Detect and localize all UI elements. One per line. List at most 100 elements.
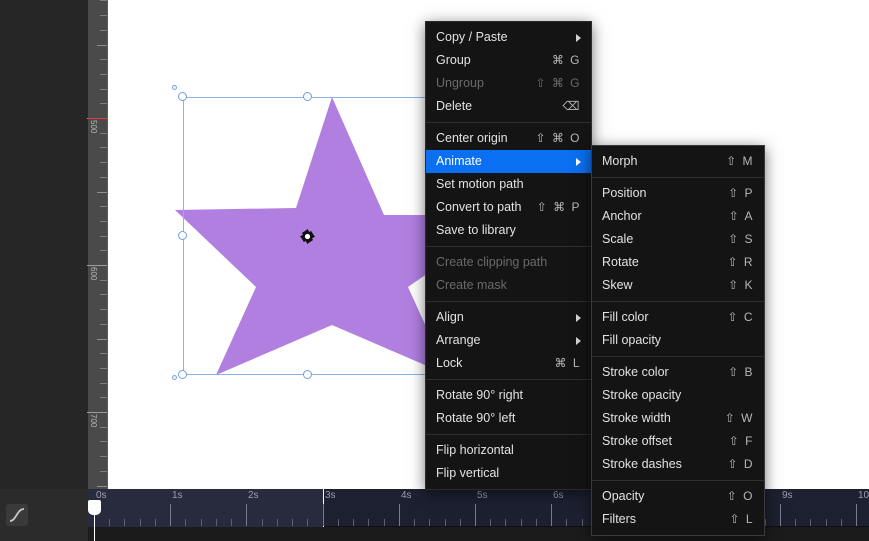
playhead-head[interactable] [88,500,101,515]
menu-item-stroke-color[interactable]: Stroke color ⇧ B [592,361,764,384]
chevron-right-icon [576,313,581,322]
menu-item-fill-opacity[interactable]: Fill opacity [592,329,764,352]
menu-item-copy-paste[interactable]: Copy / Paste [426,26,591,49]
handle-top-left[interactable] [178,92,187,101]
handle-top-center[interactable] [303,92,312,101]
ruler-tick [100,0,107,1]
menu-item-morph[interactable]: Morph ⇧ M [592,150,764,173]
menu-separator [426,122,591,123]
menu-item-stroke-width[interactable]: Stroke width ⇧ W [592,407,764,430]
menu-item-opacity[interactable]: Opacity ⇧ O [592,485,764,508]
ruler-tick [100,147,107,148]
time-tick-minor [292,519,293,526]
handle-middle-left[interactable] [178,231,187,240]
time-label: 1s [172,490,183,501]
ruler-tick [100,221,107,222]
time-tick-minor [338,519,339,526]
menu-item-flip-horizontal[interactable]: Flip horizontal [426,439,591,462]
menu-item-flip-vertical[interactable]: Flip vertical [426,462,591,485]
menu-item-group[interactable]: Group ⌘ G [426,49,591,72]
menu-item-animate[interactable]: Animate [426,150,591,173]
menu-item-skew[interactable]: Skew ⇧ K [592,274,764,297]
menu-item-scale[interactable]: Scale ⇧ S [592,228,764,251]
menu-item-label: Arrange [436,333,481,347]
menu-item-convert-to-path[interactable]: Convert to path ⇧ ⌘ P [426,196,591,219]
menu-item-shortcut: ⇧ W [724,411,754,425]
menu-item-stroke-offset[interactable]: Stroke offset ⇧ F [592,430,764,453]
menu-item-align[interactable]: Align [426,306,591,329]
menu-item-label: Align [436,310,464,324]
menu-item-label: Flip horizontal [436,443,514,457]
time-label: 3s [325,490,336,501]
ruler-tick [100,177,107,178]
menu-item-set-motion-path[interactable]: Set motion path [426,173,591,196]
menu-item-shortcut: ⇧ O [726,489,754,503]
time-tick-minor [155,519,156,526]
menu-item-rotate-90-left[interactable]: Rotate 90° left [426,407,591,430]
menu-item-ungroup: Ungroup ⇧ ⌘ G [426,72,591,95]
menu-item-fill-color[interactable]: Fill color ⇧ C [592,306,764,329]
menu-item-rotate-90-right[interactable]: Rotate 90° right [426,384,591,407]
selection-bounds [172,85,432,380]
menu-item-label: Convert to path [436,200,522,214]
ruler-tick [100,133,107,134]
menu-item-shortcut: ⌫ [562,99,581,113]
menu-item-stroke-opacity[interactable]: Stroke opacity [592,384,764,407]
ruler-label: 700 [89,414,98,428]
menu-item-rotate[interactable]: Rotate ⇧ R [592,251,764,274]
animate-submenu[interactable]: Morph ⇧ M Position ⇧ P Anchor ⇧ A Scale ⇧ S Rota… [591,145,765,536]
ruler-tick [100,456,107,457]
menu-item-lock[interactable]: Lock ⌘ L [426,352,591,375]
time-tick-minor [384,519,385,526]
left-panel [0,0,88,489]
time-tick-major [323,504,324,526]
menu-item-label: Morph [602,154,638,168]
chevron-right-icon [576,157,581,166]
rotate-handle-bottom-left[interactable] [172,375,177,380]
menu-item-shortcut: ⌘ L [554,356,581,370]
menu-item-center-origin[interactable]: Center origin ⇧ ⌘ O [426,127,591,150]
ruler-tick [100,206,107,207]
menu-item-save-to-library[interactable]: Save to library [426,219,591,242]
rotate-handle-top-left[interactable] [172,85,177,90]
ruler-tick [87,412,107,413]
menu-item-label: Lock [436,356,463,370]
menu-item-label: Delete [436,99,473,113]
chevron-right-icon [576,336,581,345]
ruler-tick [100,471,107,472]
handle-bottom-left[interactable] [178,370,187,379]
ruler-tick [100,280,107,281]
object-context-menu[interactable]: Copy / Paste Group ⌘ G Ungroup ⇧ ⌘ G Delete ⌫ C… [425,21,592,490]
menu-item-anchor[interactable]: Anchor ⇧ A [592,205,764,228]
handle-bottom-center[interactable] [303,370,312,379]
ruler-tick [100,397,107,398]
menu-item-shortcut: ⇧ S [728,232,754,246]
menu-item-label: Rotate 90° left [436,411,516,425]
menu-item-label: Stroke width [602,411,671,425]
menu-item-arrange[interactable]: Arrange [426,329,591,352]
ruler-tick [100,368,107,369]
menu-item-label: Group [436,53,471,67]
menu-item-delete[interactable]: Delete ⌫ [426,95,591,118]
time-tick-minor [353,519,354,526]
ruler-tick [100,441,107,442]
time-tick-major [246,504,247,526]
time-tick-minor [277,519,278,526]
vertical-ruler[interactable]: 500 600 700 [87,0,108,489]
easing-curve-icon[interactable] [6,504,28,526]
menu-item-shortcut: ⇧ M [726,154,754,168]
menu-item-label: Create mask [436,278,507,292]
ruler-tick [100,427,107,428]
menu-item-label: Stroke offset [602,434,672,448]
time-tick-minor [490,519,491,526]
menu-item-shortcut: ⇧ K [728,278,754,292]
menu-item-filters[interactable]: Filters ⇧ L [592,508,764,531]
time-label: 9s [782,490,793,501]
menu-item-shortcut: ⇧ ⌘ P [536,200,581,214]
playhead[interactable] [88,500,101,541]
menu-item-stroke-dashes[interactable]: Stroke dashes ⇧ D [592,453,764,476]
menu-item-shortcut: ⇧ B [728,365,754,379]
ruler-tick [97,192,107,193]
time-tick-minor [566,519,567,526]
menu-item-position[interactable]: Position ⇧ P [592,182,764,205]
